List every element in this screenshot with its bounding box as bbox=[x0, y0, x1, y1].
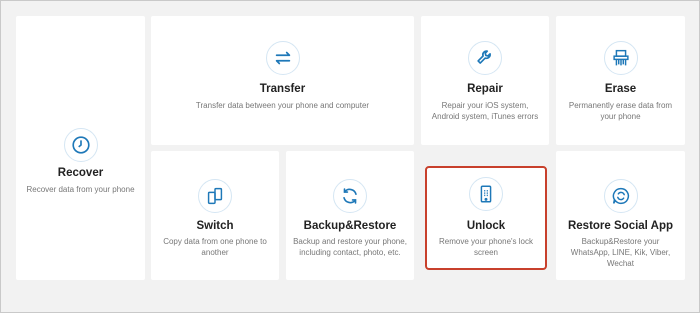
unlock-card[interactable]: Unlock Remove your phone's lock screen bbox=[425, 166, 547, 270]
transfer-card[interactable]: Transfer Transfer data between your phon… bbox=[151, 16, 414, 145]
wrench-icon bbox=[468, 41, 502, 75]
switch-title: Switch bbox=[196, 220, 234, 232]
refresh-icon bbox=[333, 179, 367, 213]
restore-social-app-desc: Backup&Restore your WhatsApp, LINE, Kik,… bbox=[570, 237, 671, 268]
switch-phones-icon bbox=[198, 179, 232, 213]
backup-restore-card[interactable]: Backup&Restore Backup and restore your p… bbox=[286, 151, 414, 280]
recover-desc: Recover data from your phone bbox=[26, 185, 135, 194]
recover-title: Recover bbox=[57, 167, 104, 179]
repair-card[interactable]: Repair Repair your iOS system, Android s… bbox=[421, 16, 549, 145]
restore-social-app-title: Restore Social App bbox=[567, 220, 674, 232]
repair-title: Repair bbox=[467, 83, 503, 95]
repair-desc: Repair your iOS system, Android system, … bbox=[431, 101, 539, 121]
unlock-desc: Remove your phone's lock screen bbox=[438, 237, 534, 257]
restore-social-app-card[interactable]: Restore Social App Backup&Restore your W… bbox=[556, 151, 685, 280]
switch-card[interactable]: Switch Copy data from one phone to anoth… bbox=[151, 151, 279, 280]
switch-desc: Copy data from one phone to another bbox=[163, 237, 267, 257]
transfer-title: Transfer bbox=[259, 83, 306, 95]
phone-lock-icon bbox=[469, 177, 503, 211]
erase-title: Erase bbox=[604, 83, 637, 95]
transfer-arrows-icon bbox=[265, 41, 300, 75]
backup-restore-title: Backup&Restore bbox=[303, 220, 397, 232]
unlock-title: Unlock bbox=[466, 220, 506, 232]
chat-sync-icon bbox=[603, 179, 638, 213]
shredder-icon bbox=[603, 41, 638, 75]
clock-icon bbox=[63, 128, 98, 162]
backup-restore-desc: Backup and restore your phone, including… bbox=[293, 237, 407, 257]
erase-desc: Permanently erase data from your phone bbox=[568, 101, 673, 121]
erase-card[interactable]: Erase Permanently erase data from your p… bbox=[556, 16, 685, 145]
recover-card[interactable]: Recover Recover data from your phone bbox=[16, 16, 145, 280]
transfer-desc: Transfer data between your phone and com… bbox=[195, 101, 370, 110]
